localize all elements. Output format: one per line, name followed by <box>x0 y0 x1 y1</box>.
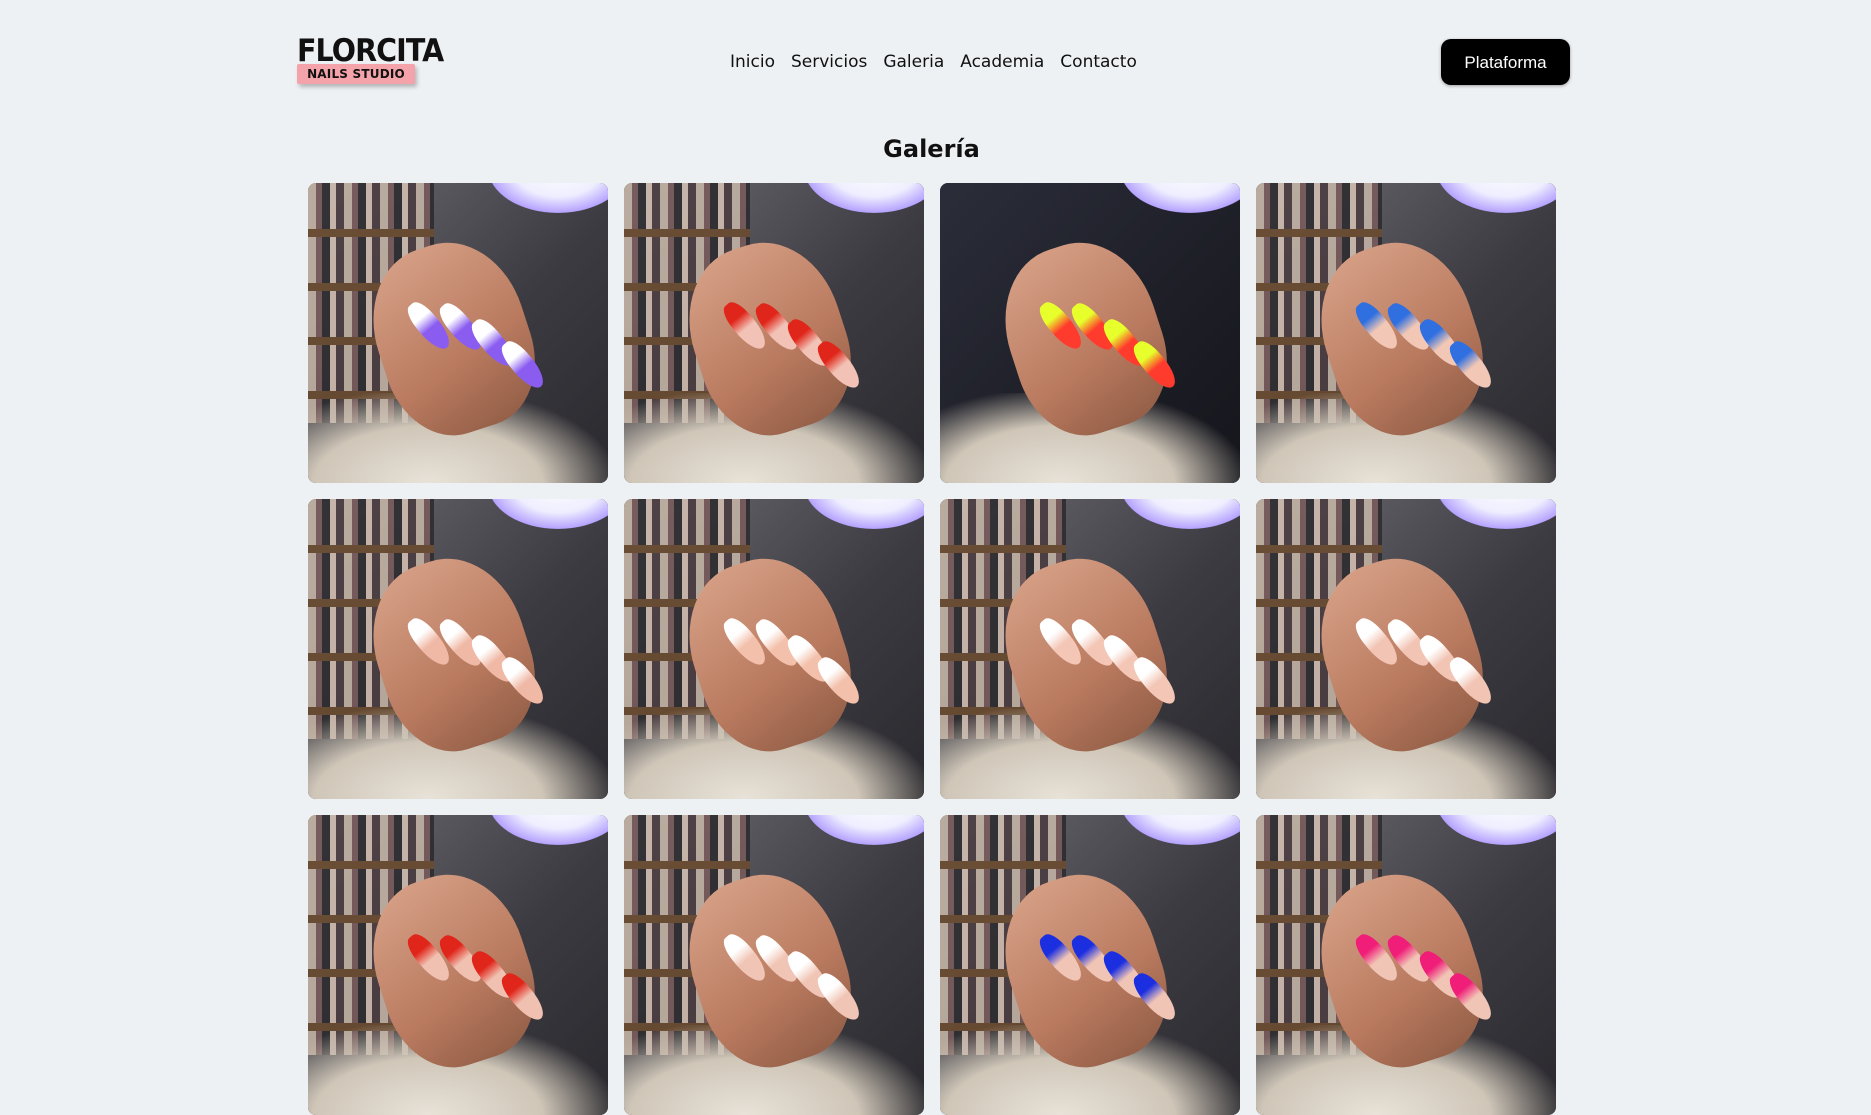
nav-link-servicios[interactable]: Servicios <box>791 50 867 74</box>
gallery-photo[interactable] <box>624 499 924 799</box>
gallery-photo[interactable] <box>624 815 924 1115</box>
brand-logo[interactable]: FLORCITA NAILS STUDIO <box>297 34 444 86</box>
gallery-photo[interactable] <box>940 183 1240 483</box>
gallery-photo[interactable] <box>1256 499 1556 799</box>
gallery-photo[interactable] <box>1256 183 1556 483</box>
gallery-photo[interactable] <box>940 499 1240 799</box>
nav-link-inicio[interactable]: Inicio <box>730 50 775 74</box>
nav-link-galeria[interactable]: Galeria <box>883 50 944 74</box>
gallery-photo[interactable] <box>308 815 608 1115</box>
gallery-photo[interactable] <box>940 815 1240 1115</box>
logo-title: FLORCITA <box>297 33 444 69</box>
plataforma-button[interactable]: Plataforma <box>1441 39 1570 85</box>
nav-link-academia[interactable]: Academia <box>960 50 1044 74</box>
main-nav: Inicio Servicios Galeria Academia Contac… <box>730 50 1137 74</box>
gallery-grid <box>308 183 1556 1115</box>
site-header: FLORCITA NAILS STUDIO Inicio Servicios G… <box>0 0 1871 125</box>
nav-link-contacto[interactable]: Contacto <box>1060 50 1137 74</box>
gallery-title: Galería <box>883 135 980 163</box>
logo-subtitle: NAILS STUDIO <box>307 67 405 81</box>
gallery-photo[interactable] <box>308 183 608 483</box>
gallery-photo[interactable] <box>1256 815 1556 1115</box>
gallery-photo[interactable] <box>624 183 924 483</box>
gallery-photo[interactable] <box>308 499 608 799</box>
